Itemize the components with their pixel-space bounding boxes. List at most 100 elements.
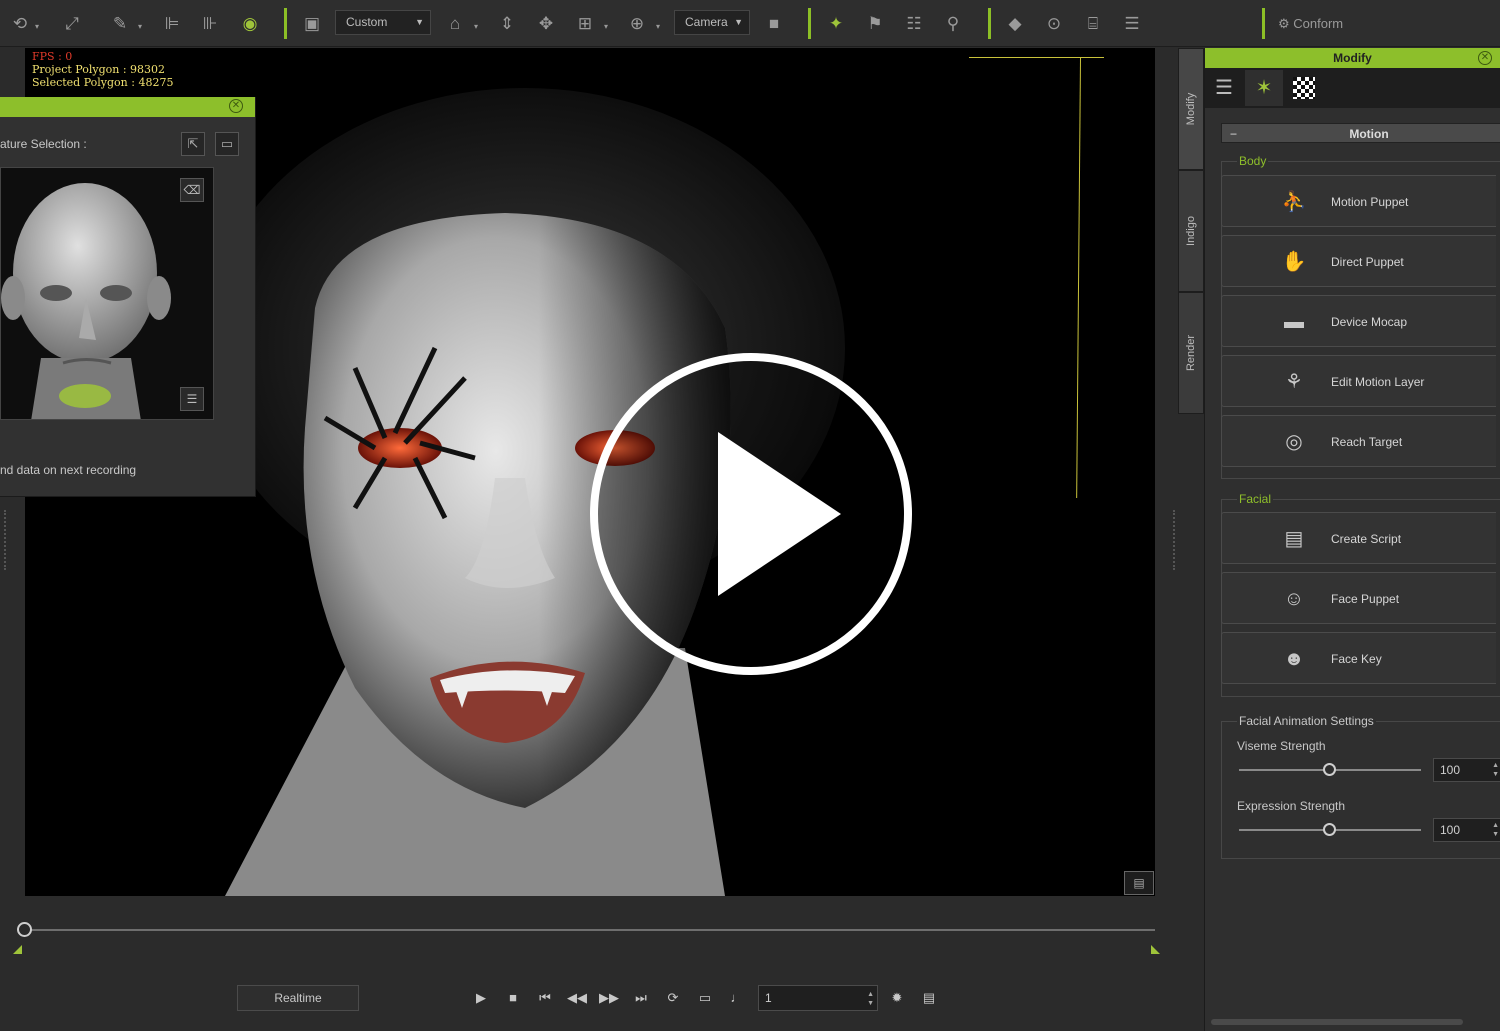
timeline-start-marker[interactable] <box>13 945 22 954</box>
gizmo-icon[interactable]: ⊕ <box>625 12 649 36</box>
face-key-button[interactable]: ☻ Face Key <box>1221 632 1496 684</box>
tab-modify[interactable]: Modify <box>1178 48 1204 170</box>
spinner-arrows-icon[interactable]: ▲ ▼ <box>1492 821 1499 839</box>
preset-dropdown-value: Custom <box>346 15 388 29</box>
collapse-icon: − <box>1230 127 1238 141</box>
flag-icon[interactable]: ⚑ <box>863 12 887 36</box>
move-vertical-icon[interactable]: ⇕ <box>495 12 519 36</box>
fit-view-icon[interactable]: ⤢ <box>60 12 84 36</box>
face-puppet-button[interactable]: ☺ Face Puppet <box>1221 572 1496 624</box>
checker-pattern <box>1293 77 1315 99</box>
export-folder-icon[interactable]: ⌸ <box>1081 12 1105 36</box>
expression-strength-label: Expression Strength <box>1237 799 1346 813</box>
chevron-down-icon[interactable]: ▾ <box>474 22 478 31</box>
reach-target-icon: ◎ <box>1285 431 1303 453</box>
motion-figure-icon[interactable]: ✶ <box>1245 70 1283 106</box>
face-key-icon: ☻ <box>1283 648 1305 670</box>
expression-strength-field[interactable]: 100 ▲ ▼ <box>1433 818 1500 842</box>
visibility-eye-icon[interactable]: ◉ <box>238 12 262 36</box>
rotate-view-icon[interactable]: ⟲ <box>8 12 32 36</box>
load-selection-button[interactable]: ⇱ <box>181 132 205 156</box>
loop-icon[interactable]: ⟳ <box>662 987 684 1009</box>
bone-edit-icon[interactable]: ⚲ <box>941 12 965 36</box>
list-icon[interactable]: ☰ <box>180 387 204 411</box>
align-left-icon[interactable]: ⊫ <box>160 12 184 36</box>
timeline-end-marker[interactable] <box>1151 945 1160 954</box>
device-mocap-button[interactable]: ▬ Device Mocap <box>1221 295 1496 347</box>
align-center-icon[interactable]: ⊪ <box>198 12 222 36</box>
gear-icon[interactable]: ✹ <box>886 987 908 1009</box>
previous-frame-icon[interactable]: ◀◀ <box>566 987 588 1009</box>
spinner-arrows-icon[interactable]: ▲ ▼ <box>867 990 874 1008</box>
hud-fps: FPS : 0 <box>32 50 73 63</box>
tab-indigo-label: Indigo <box>1185 216 1197 246</box>
toolbar-separator <box>808 8 811 39</box>
timeline-playhead[interactable] <box>17 922 32 937</box>
edit-motion-layer-label: Edit Motion Layer <box>1331 375 1425 389</box>
play-icon[interactable]: ▶ <box>470 987 492 1009</box>
move-all-icon[interactable]: ✥ <box>534 12 558 36</box>
toolbar-separator <box>1262 8 1265 39</box>
splitter-handle[interactable] <box>1173 510 1176 570</box>
reach-target-button[interactable]: ◎ Reach Target <box>1221 415 1496 467</box>
eraser-icon[interactable]: ⌫ <box>180 178 204 202</box>
current-frame-field[interactable]: 1 ▲ ▼ <box>758 985 878 1011</box>
create-script-button[interactable]: ▤ Create Script <box>1221 512 1496 564</box>
chevron-down-icon[interactable]: ▾ <box>604 22 608 31</box>
subtitle-icon[interactable]: ▭ <box>694 987 716 1009</box>
next-frame-icon[interactable]: ▶▶ <box>598 987 620 1009</box>
edit-motion-layer-button[interactable]: ⚘ Edit Motion Layer <box>1221 355 1496 407</box>
clipboard-icon[interactable]: ☷ <box>902 12 926 36</box>
video-camera-icon[interactable]: ■ <box>762 12 786 36</box>
camera-frame-line <box>969 57 1104 58</box>
direct-puppet-button[interactable]: ✋ Direct Puppet <box>1221 235 1496 287</box>
chevron-down-icon: ▼ <box>734 17 743 27</box>
keyframe-icon[interactable]: ◆ <box>1003 12 1027 36</box>
skip-to-end-icon[interactable]: ⏭ <box>630 987 652 1009</box>
edit-motion-layer-icon: ⚘ <box>1285 371 1303 393</box>
hud-selected-polygon: Selected Polygon : 48275 <box>32 76 174 89</box>
timeline-panel-icon[interactable]: ▤ <box>918 987 940 1009</box>
expression-strength-value: 100 <box>1440 823 1461 837</box>
stop-icon[interactable]: ■ <box>502 987 524 1009</box>
paint-tool-icon[interactable]: ✎ <box>108 12 132 36</box>
viseme-strength-knob[interactable] <box>1323 763 1336 776</box>
motion-section-header[interactable]: − Motion <box>1221 123 1500 143</box>
horizontal-scrollbar[interactable] <box>1211 1019 1463 1025</box>
character-pose-icon[interactable]: ✦ <box>824 12 848 36</box>
attributes-sliders-icon[interactable]: ☰ <box>1205 70 1243 106</box>
realtime-button[interactable]: Realtime <box>237 985 359 1011</box>
close-icon[interactable]: ✕ <box>229 99 243 113</box>
conform-label: Conform <box>1293 16 1344 31</box>
tab-indigo[interactable]: Indigo <box>1178 170 1204 292</box>
zoom-icon[interactable]: ⊙ <box>1042 12 1066 36</box>
toolbar-separator <box>284 8 287 39</box>
viseme-strength-field[interactable]: 100 ▲ ▼ <box>1433 758 1500 782</box>
snap-icon[interactable]: ⊞ <box>573 12 597 36</box>
home-icon[interactable]: ⌂ <box>443 12 467 36</box>
motion-puppet-button[interactable]: ⛹ Motion Puppet <box>1221 175 1496 227</box>
chevron-down-icon[interactable]: ▾ <box>35 22 39 31</box>
timeline-track[interactable] <box>25 929 1155 931</box>
conform-button[interactable]: ⚙ Conform <box>1278 12 1343 36</box>
viewport-hud: FPS : 0 Project Polygon : 98302 Selected… <box>32 50 173 89</box>
skip-to-start-icon[interactable]: ⏮ <box>534 987 556 1009</box>
expression-strength-knob[interactable] <box>1323 823 1336 836</box>
material-checker-icon[interactable] <box>1285 70 1323 106</box>
preset-dropdown[interactable]: Custom ▼ <box>335 10 431 35</box>
hud-project-polygon: Project Polygon : 98302 <box>32 63 166 76</box>
window-layout-icon[interactable]: ▣ <box>300 12 324 36</box>
face-feature-selector[interactable]: ⌫ ☰ <box>0 167 214 420</box>
viewport-info-button[interactable]: ▤ <box>1124 871 1154 895</box>
chevron-down-icon[interactable]: ▾ <box>138 22 142 31</box>
tab-render[interactable]: Render <box>1178 292 1204 414</box>
splitter-handle[interactable] <box>4 510 7 570</box>
viseme-strength-value: 100 <box>1440 763 1461 777</box>
save-selection-button[interactable]: ▭ <box>215 132 239 156</box>
camera-dropdown[interactable]: Camera ▼ <box>674 10 750 35</box>
chevron-down-icon[interactable]: ▾ <box>656 22 660 31</box>
audio-note-icon[interactable]: ♩ <box>726 987 748 1009</box>
settings-sliders-icon[interactable]: ☰ <box>1120 12 1144 36</box>
close-icon[interactable]: ✕ <box>1478 51 1492 65</box>
spinner-arrows-icon[interactable]: ▲ ▼ <box>1492 761 1499 779</box>
